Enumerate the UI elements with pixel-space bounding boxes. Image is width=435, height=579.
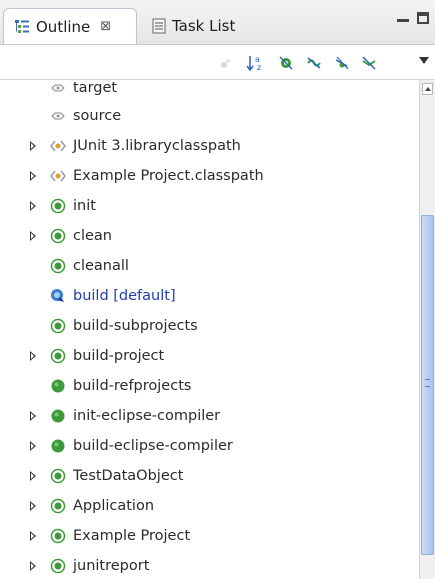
view-tab-bar: Outline ⊠ Task List <box>0 0 435 45</box>
outline-icon <box>14 19 30 35</box>
tree-item-cleanall[interactable]: cleanall <box>0 251 419 281</box>
vertical-scrollbar[interactable] <box>419 80 435 579</box>
close-icon[interactable]: ⊠ <box>100 19 111 34</box>
grip-icon <box>425 379 430 387</box>
target-icon <box>50 228 66 244</box>
tree-item-target[interactable]: target <box>0 80 419 103</box>
hide-local-types-icon[interactable] <box>358 53 380 73</box>
sort-alpha-icon[interactable]: a z <box>245 53 267 73</box>
default-target-icon <box>50 288 66 304</box>
tree-item-build-refprojects[interactable]: build-refprojects <box>0 371 419 401</box>
expand-arrow-icon[interactable] <box>30 561 36 571</box>
tree-item-project-classpath[interactable]: Example Project.classpath <box>0 161 419 191</box>
tree-item-label: build-project <box>73 348 165 364</box>
tree-item-label: build-eclipse-compiler <box>73 438 233 454</box>
target-filled-icon <box>50 408 66 424</box>
tab-task-list[interactable]: Task List <box>142 8 262 44</box>
tree-item-source[interactable]: source <box>0 101 419 131</box>
tree-item-build-subprojects[interactable]: build-subprojects <box>0 311 419 341</box>
tree-item-build-default[interactable]: build [default] <box>0 281 419 311</box>
tree-item-application[interactable]: Application <box>0 491 419 521</box>
target-icon <box>50 528 66 544</box>
tab-task-list-label: Task List <box>172 17 236 35</box>
tree-item-init[interactable]: init <box>0 191 419 221</box>
expand-arrow-icon[interactable] <box>30 471 36 481</box>
expand-arrow-icon[interactable] <box>30 441 36 451</box>
tree-item-label: Application <box>73 498 155 514</box>
tree-item-label: cleanall <box>73 258 129 274</box>
tree-item-label: target <box>73 80 118 96</box>
target-icon <box>50 498 66 514</box>
tree-item-label: JUnit 3.libraryclasspath <box>73 138 241 154</box>
tab-outline-label: Outline <box>36 17 91 36</box>
maximize-icon[interactable] <box>417 12 429 24</box>
expand-arrow-icon[interactable] <box>30 231 36 241</box>
scroll-up-arrow-icon[interactable] <box>422 83 433 95</box>
tree-item-label: TestDataObject <box>73 468 184 484</box>
target-icon <box>50 258 66 274</box>
target-icon <box>50 558 66 574</box>
expand-arrow-icon[interactable] <box>30 411 36 421</box>
target-filled-icon <box>50 378 66 394</box>
tree-item-label: build [default] <box>73 288 176 304</box>
expand-arrow-icon[interactable] <box>30 201 36 211</box>
outline-tree: target source JUnit 3.libraryclasspath E… <box>0 80 419 579</box>
tree-item-clean[interactable]: clean <box>0 221 419 251</box>
expand-arrow-icon[interactable] <box>30 141 36 151</box>
tree-item-label: init <box>73 198 96 214</box>
svg-text:z: z <box>257 63 261 72</box>
property-icon <box>50 108 66 124</box>
hide-fields-icon[interactable] <box>275 53 297 73</box>
path-icon <box>50 138 66 154</box>
tree-item-label: init-eclipse-compiler <box>73 408 221 424</box>
tree-item-testdataobject[interactable]: TestDataObject <box>0 461 419 491</box>
target-icon <box>50 468 66 484</box>
expand-arrow-icon[interactable] <box>30 171 36 181</box>
tree-item-init-eclipse-compiler[interactable]: init-eclipse-compiler <box>0 401 419 431</box>
expand-arrow-icon[interactable] <box>30 351 36 361</box>
tree-item-junitreport[interactable]: junitreport <box>0 551 419 579</box>
hide-static-icon[interactable] <box>303 53 325 73</box>
tree-item-label: build-subprojects <box>73 318 198 334</box>
target-icon <box>50 348 66 364</box>
collapse-all-icon[interactable] <box>215 53 237 73</box>
hide-nonpublic-icon[interactable] <box>331 53 353 73</box>
tree-item-label: source <box>73 108 122 124</box>
window-controls <box>397 12 429 24</box>
task-list-icon <box>152 18 166 34</box>
tree-item-junit-classpath[interactable]: JUnit 3.libraryclasspath <box>0 131 419 161</box>
target-icon <box>50 318 66 334</box>
tree-item-label: build-refprojects <box>73 378 192 394</box>
path-icon <box>50 168 66 184</box>
tab-outline[interactable]: Outline ⊠ <box>3 8 137 44</box>
view-menu-icon[interactable] <box>419 57 429 64</box>
tree-item-label: junitreport <box>73 558 150 574</box>
tree-item-label: clean <box>73 228 112 244</box>
target-icon <box>50 198 66 214</box>
scrollbar-thumb[interactable] <box>421 215 434 555</box>
tree-item-label: Example Project.classpath <box>73 168 264 184</box>
target-filled-icon <box>50 438 66 454</box>
expand-arrow-icon[interactable] <box>30 531 36 541</box>
tree-item-build-eclipse-compiler[interactable]: build-eclipse-compiler <box>0 431 419 461</box>
tree-item-example-project[interactable]: Example Project <box>0 521 419 551</box>
property-icon <box>50 80 66 96</box>
outline-toolbar: a z <box>0 45 435 80</box>
tree-item-label: Example Project <box>73 528 191 544</box>
expand-arrow-icon[interactable] <box>30 501 36 511</box>
tree-item-build-project[interactable]: build-project <box>0 341 419 371</box>
minimize-icon[interactable] <box>397 14 409 22</box>
